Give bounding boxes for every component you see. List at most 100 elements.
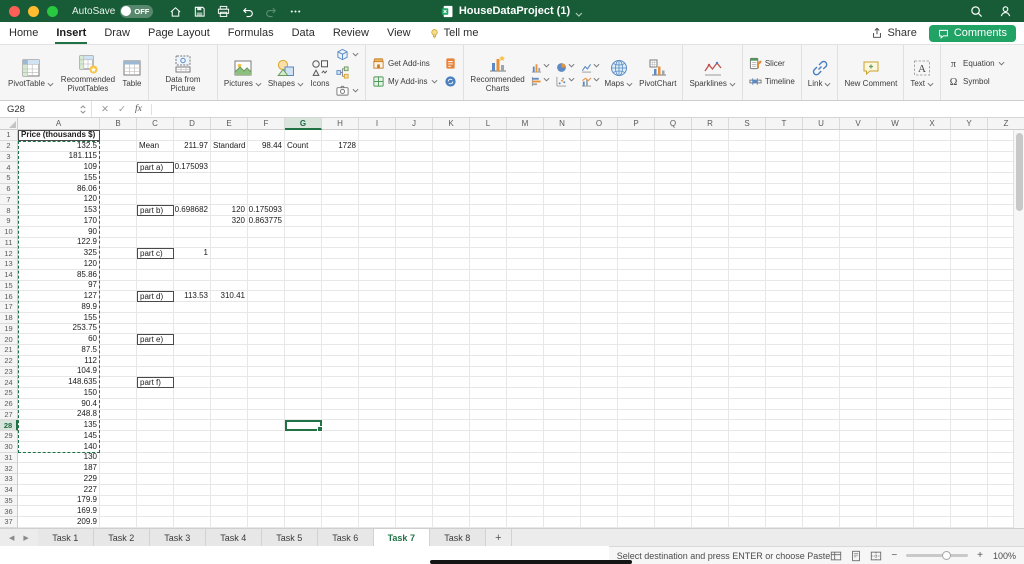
cell-J32[interactable]: [396, 463, 433, 474]
autosave-control[interactable]: AutoSave OFF: [72, 4, 154, 18]
cell-L17[interactable]: [470, 302, 507, 313]
cell-E36[interactable]: [211, 506, 248, 517]
cell-N11[interactable]: [544, 237, 581, 249]
cell-P12[interactable]: [618, 248, 655, 259]
cell-U34[interactable]: [803, 484, 840, 496]
cell-S1[interactable]: [729, 130, 766, 141]
cell-O1[interactable]: [581, 130, 618, 141]
cell-J31[interactable]: [396, 452, 433, 464]
cell-T33[interactable]: [766, 474, 803, 485]
cell-S36[interactable]: [729, 506, 766, 517]
cell-C16[interactable]: part d): [137, 291, 174, 302]
cell-F35[interactable]: [248, 495, 285, 507]
cell-L3[interactable]: [470, 151, 507, 163]
cell-B18[interactable]: [100, 312, 137, 324]
cell-N18[interactable]: [544, 312, 581, 324]
cell-P16[interactable]: [618, 291, 655, 302]
sheet-tab-task-7[interactable]: Task 7: [373, 529, 430, 546]
cell-K6[interactable]: [433, 183, 470, 195]
cell-X36[interactable]: [914, 506, 951, 517]
cell-Q19[interactable]: [655, 323, 692, 335]
cell-G22[interactable]: [285, 355, 322, 367]
cell-K11[interactable]: [433, 237, 470, 249]
cell-F10[interactable]: [248, 226, 285, 238]
cell-T30[interactable]: [766, 441, 803, 453]
cell-L37[interactable]: [470, 517, 507, 528]
cell-R36[interactable]: [692, 506, 729, 517]
cell-C12[interactable]: part c): [137, 248, 174, 259]
cell-Y30[interactable]: [951, 441, 988, 453]
cell-N31[interactable]: [544, 452, 581, 464]
cell-T21[interactable]: [766, 345, 803, 356]
cell-E5[interactable]: [211, 173, 248, 184]
smartart-button[interactable]: [334, 65, 361, 80]
cell-A16[interactable]: 127: [18, 291, 100, 302]
cell-X28[interactable]: [914, 420, 951, 431]
cell-V8[interactable]: [840, 205, 877, 216]
cell-B21[interactable]: [100, 345, 137, 356]
cell-I30[interactable]: [359, 441, 396, 453]
document-title-area[interactable]: HouseDataProject (1): [441, 5, 583, 18]
cell-H16[interactable]: [322, 291, 359, 302]
cell-A36[interactable]: 169.9: [18, 506, 100, 517]
cell-Y11[interactable]: [951, 237, 988, 249]
cell-F13[interactable]: [248, 259, 285, 270]
cell-Y35[interactable]: [951, 495, 988, 507]
col-header-N[interactable]: N: [544, 118, 581, 130]
cell-G8[interactable]: [285, 205, 322, 216]
cell-H1[interactable]: [322, 130, 359, 141]
cell-E12[interactable]: [211, 248, 248, 259]
cancel-icon[interactable]: ✕: [101, 104, 109, 115]
cell-J18[interactable]: [396, 312, 433, 324]
cell-U23[interactable]: [803, 366, 840, 378]
cell-S6[interactable]: [729, 183, 766, 195]
cell-G20[interactable]: [285, 334, 322, 345]
cell-P35[interactable]: [618, 495, 655, 507]
cell-R14[interactable]: [692, 269, 729, 281]
cell-B24[interactable]: [100, 377, 137, 388]
cell-X35[interactable]: [914, 495, 951, 507]
cell-F28[interactable]: [248, 420, 285, 431]
menu-tab-home[interactable]: Home: [0, 22, 47, 44]
cell-B29[interactable]: [100, 431, 137, 442]
pivotchart-button[interactable]: PivotChart: [637, 54, 678, 91]
cell-C19[interactable]: [137, 323, 174, 335]
cell-D15[interactable]: [174, 280, 211, 292]
row-header-34[interactable]: 34: [0, 484, 18, 496]
cell-P2[interactable]: [618, 140, 655, 152]
cell-V22[interactable]: [840, 355, 877, 367]
cell-T28[interactable]: [766, 420, 803, 431]
cell-U7[interactable]: [803, 194, 840, 206]
cell-U32[interactable]: [803, 463, 840, 474]
cell-H29[interactable]: [322, 431, 359, 442]
cell-G26[interactable]: [285, 398, 322, 410]
cell-C37[interactable]: [137, 517, 174, 528]
cell-A2[interactable]: 132.5: [18, 140, 100, 152]
cell-R34[interactable]: [692, 484, 729, 496]
cell-R13[interactable]: [692, 259, 729, 270]
formula-bar-expand-chevron[interactable]: [1012, 104, 1024, 117]
cell-I5[interactable]: [359, 173, 396, 184]
cell-V12[interactable]: [840, 248, 877, 259]
cell-S23[interactable]: [729, 366, 766, 378]
cell-W20[interactable]: [877, 334, 914, 345]
cell-L11[interactable]: [470, 237, 507, 249]
cell-L20[interactable]: [470, 334, 507, 345]
cell-J24[interactable]: [396, 377, 433, 388]
cell-H36[interactable]: [322, 506, 359, 517]
cell-L34[interactable]: [470, 484, 507, 496]
cell-Q31[interactable]: [655, 452, 692, 464]
cell-M16[interactable]: [507, 291, 544, 302]
cell-T22[interactable]: [766, 355, 803, 367]
cell-Y8[interactable]: [951, 205, 988, 216]
cell-D8[interactable]: 0.698682: [174, 205, 211, 216]
cell-G13[interactable]: [285, 259, 322, 270]
cell-T27[interactable]: [766, 409, 803, 421]
cell-W7[interactable]: [877, 194, 914, 206]
cell-S29[interactable]: [729, 431, 766, 442]
cell-O7[interactable]: [581, 194, 618, 206]
cell-U27[interactable]: [803, 409, 840, 421]
cell-V33[interactable]: [840, 474, 877, 485]
cell-V24[interactable]: [840, 377, 877, 388]
cell-W22[interactable]: [877, 355, 914, 367]
